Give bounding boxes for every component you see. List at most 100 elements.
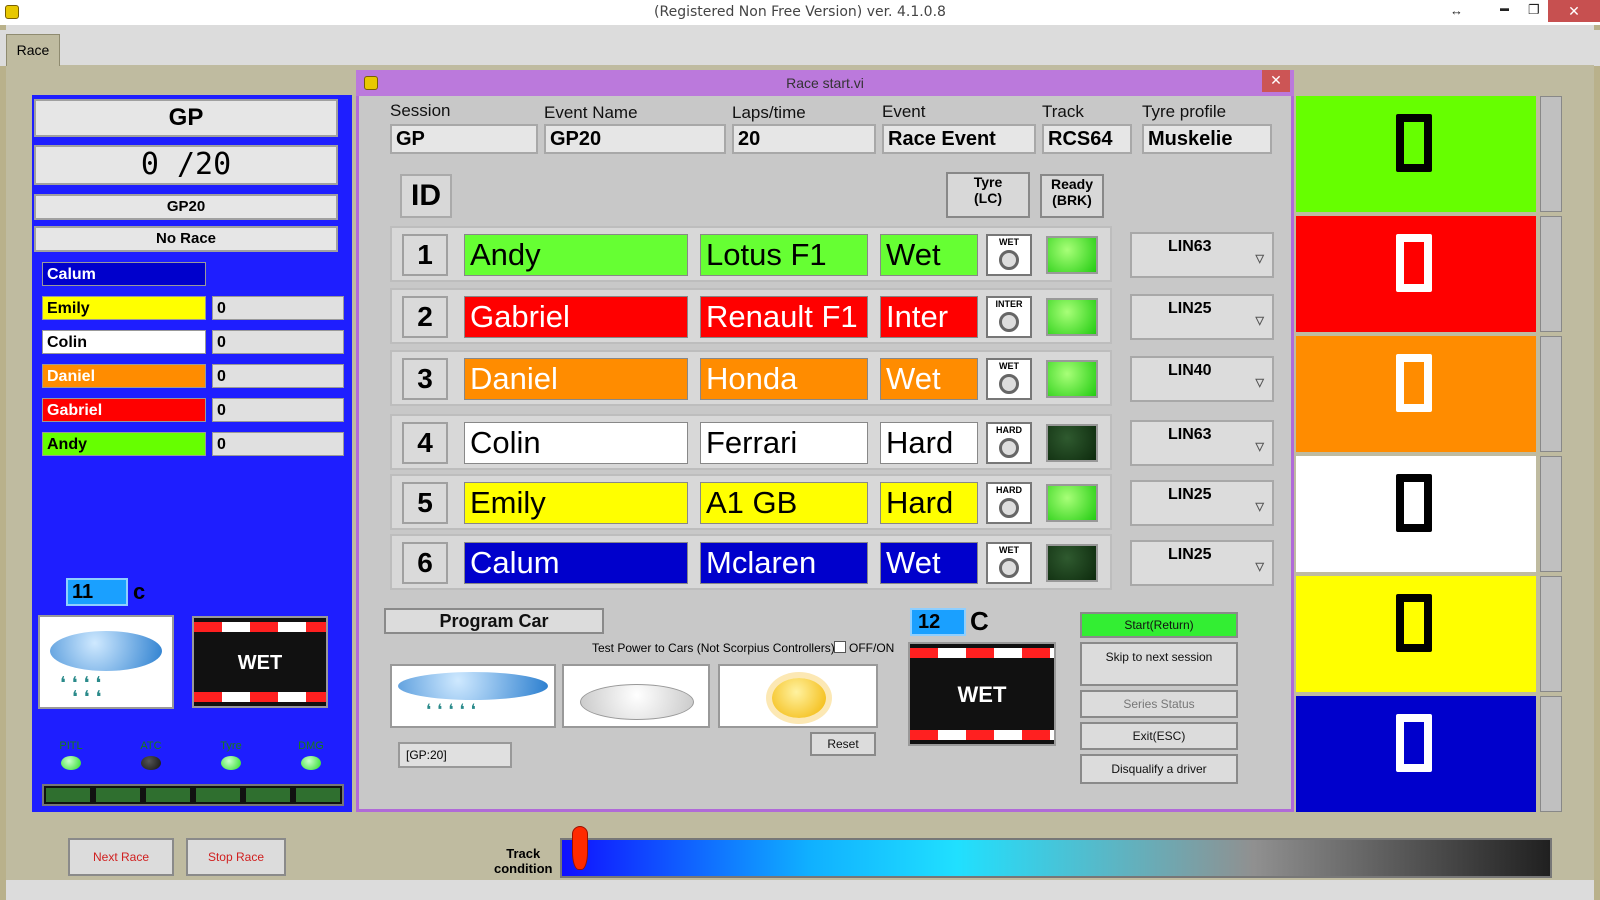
cloudy-weather-button[interactable]	[562, 664, 710, 728]
controller-value: LIN40	[1168, 362, 1212, 379]
tyre-icon-label: INTER	[995, 299, 1023, 309]
tyre-header-line1: Tyre	[973, 174, 1003, 190]
driver-name-field[interactable]: Andy	[464, 234, 688, 276]
tab-race[interactable]: Race	[6, 34, 60, 66]
tyre-compound-icon[interactable]: INTER	[986, 296, 1032, 338]
lap-counter-scroll-2[interactable]	[1540, 216, 1562, 332]
tyre-compound-icon[interactable]: WET	[986, 358, 1032, 400]
driver-name-2: Colin	[42, 330, 206, 354]
disqualify-button[interactable]: Disqualify a driver	[1080, 754, 1238, 784]
lap-counter-digit	[1396, 354, 1432, 412]
driver-name-field[interactable]: Calum	[464, 542, 688, 584]
ready-indicator	[1046, 424, 1098, 462]
event-field[interactable]: Race Event	[882, 124, 1036, 154]
led-tyre	[221, 756, 241, 770]
skip-session-button[interactable]: Skip to next session	[1080, 642, 1238, 686]
controller-value: LIN25	[1168, 486, 1212, 503]
lap-counter-scroll-4[interactable]	[1540, 456, 1562, 572]
controller-select[interactable]: LIN63 ▽	[1130, 420, 1274, 466]
tyre-field[interactable]: Wet	[880, 542, 978, 584]
sunny-weather-button[interactable]	[718, 664, 878, 728]
track-condition-gauge[interactable]	[560, 826, 1552, 878]
reset-button[interactable]: Reset	[810, 732, 876, 756]
controller-value: LIN25	[1168, 300, 1212, 317]
tyre-field[interactable]: Hard	[880, 482, 978, 524]
test-power-checkbox[interactable]	[834, 641, 846, 653]
dialog-track-state-label: WET	[957, 682, 1007, 707]
driver-score-4: 0	[212, 398, 344, 422]
chevron-down-icon[interactable]: ▽	[1256, 252, 1264, 265]
chevron-down-icon[interactable]: ▽	[1256, 560, 1264, 573]
event-name-field[interactable]: GP20	[544, 124, 726, 154]
car-field[interactable]: Lotus F1	[700, 234, 868, 276]
maximize-icon[interactable]: ❐	[1528, 2, 1540, 18]
car-field[interactable]: A1 GB	[700, 482, 868, 524]
car-field[interactable]: Renault F1	[700, 296, 868, 338]
controller-select[interactable]: LIN25 ▽	[1130, 540, 1274, 586]
driver-name-5: Andy	[42, 432, 206, 456]
tyre-icon-label: HARD	[996, 425, 1022, 435]
tyre-field[interactable]: Wet	[880, 234, 978, 276]
tyre-profile-field[interactable]: Muskelie	[1142, 124, 1272, 154]
ready-indicator	[1046, 544, 1098, 582]
car-field[interactable]: Mclaren	[700, 542, 868, 584]
window-titlebar: (Registered Non Free Version) ver. 4.1.0…	[0, 0, 1600, 25]
tyre-field[interactable]: Wet	[880, 358, 978, 400]
dialog-close-icon[interactable]: ✕	[1262, 70, 1290, 92]
driver-name-field[interactable]: Emily	[464, 482, 688, 524]
next-race-button[interactable]: Next Race	[68, 838, 174, 876]
program-car-button[interactable]: Program Car	[384, 608, 604, 634]
lap-counter-scroll-5[interactable]	[1540, 576, 1562, 692]
controller-select[interactable]: LIN25 ▽	[1130, 480, 1274, 526]
session-field[interactable]: GP	[390, 124, 538, 154]
controller-select[interactable]: LIN25 ▽	[1130, 294, 1274, 340]
ready-indicator	[1046, 236, 1098, 274]
chevron-down-icon[interactable]: ▽	[1256, 314, 1264, 327]
start-button[interactable]: Start(Return)	[1080, 612, 1238, 638]
lap-counter-scroll-6[interactable]	[1540, 696, 1562, 812]
track-field[interactable]: RCS64	[1042, 124, 1132, 154]
exit-button[interactable]: Exit(ESC)	[1080, 722, 1238, 750]
series-status-button[interactable]: Series Status	[1080, 690, 1238, 718]
close-icon[interactable]: ✕	[1548, 0, 1600, 22]
tyre-wheel-icon	[999, 558, 1019, 578]
lap-counter-scroll-1[interactable]	[1540, 96, 1562, 212]
rain-weather-button[interactable]: ❛❛❛❛❛	[390, 664, 556, 728]
tyre-field[interactable]: Hard	[880, 422, 978, 464]
ambient-temp: 11	[66, 578, 128, 606]
tyre-wheel-icon	[999, 498, 1019, 518]
track-condition-label-line2: condition	[494, 861, 553, 876]
ready-indicator	[1046, 298, 1098, 336]
ready-indicator	[1046, 360, 1098, 398]
tyre-compound-icon[interactable]: HARD	[986, 482, 1032, 524]
laps-field[interactable]: 20	[732, 124, 876, 154]
led-label-tyre: Tyre	[220, 740, 242, 752]
car-field[interactable]: Honda	[700, 358, 868, 400]
chevron-down-icon[interactable]: ▽	[1256, 440, 1264, 453]
driver-name-field[interactable]: Colin	[464, 422, 688, 464]
led-label-pitl: PITL	[59, 740, 83, 752]
tyre-wheel-icon	[999, 438, 1019, 458]
controller-value: LIN25	[1168, 546, 1212, 563]
car-field[interactable]: Ferrari	[700, 422, 868, 464]
driver-name-field[interactable]: Daniel	[464, 358, 688, 400]
controller-select[interactable]: LIN63 ▽	[1130, 232, 1274, 278]
track-condition-slider[interactable]	[571, 826, 588, 870]
tyre-compound-icon[interactable]: WET	[986, 234, 1032, 276]
progress-bar-segments	[42, 784, 344, 806]
stop-race-button[interactable]: Stop Race	[186, 838, 286, 876]
row-id: 5	[402, 482, 448, 524]
lap-counter-block-3	[1296, 336, 1536, 452]
chevron-down-icon[interactable]: ▽	[1256, 500, 1264, 513]
lap-counter-scroll-3[interactable]	[1540, 336, 1562, 452]
minimize-icon[interactable]: ▬	[1500, 3, 1509, 13]
lap-counter-digit	[1396, 114, 1432, 172]
controller-select[interactable]: LIN40 ▽	[1130, 356, 1274, 402]
driver-name-field[interactable]: Gabriel	[464, 296, 688, 338]
tyre-compound-icon[interactable]: HARD	[986, 422, 1032, 464]
tyre-compound-icon[interactable]: WET	[986, 542, 1032, 584]
driver-name-3: Daniel	[42, 364, 206, 388]
tyre-field[interactable]: Inter	[880, 296, 978, 338]
chevron-down-icon[interactable]: ▽	[1256, 376, 1264, 389]
resize-icon[interactable]: ↔	[1450, 3, 1463, 18]
